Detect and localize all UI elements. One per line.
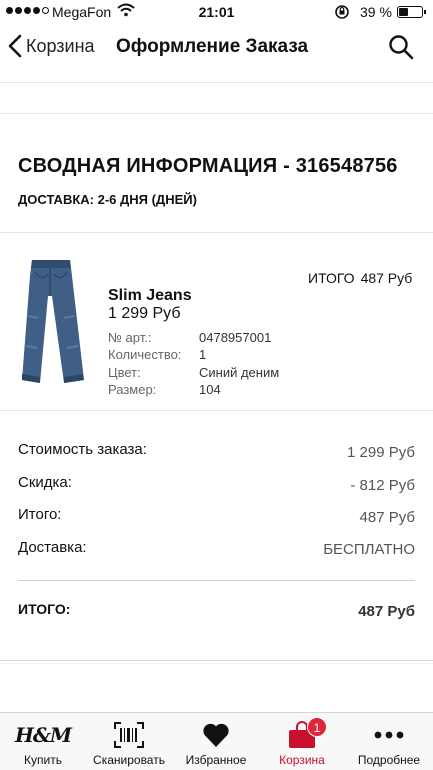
shipping-value: БЕСПЛАТНО <box>323 541 415 558</box>
tab-favorites[interactable]: Избранное <box>173 713 259 770</box>
status-bar: MegaFon 21:01 39 % <box>0 0 433 24</box>
divider <box>0 82 433 83</box>
attribute-value-quantity: 1 <box>199 347 207 362</box>
tab-cart[interactable]: 1 Корзина <box>259 713 345 770</box>
hm-logo-icon: H&M <box>14 723 72 747</box>
more-dots-icon <box>374 731 404 739</box>
discount-label: Скидка: <box>18 474 72 491</box>
product-image[interactable] <box>18 256 88 386</box>
tab-more[interactable]: Подробнее <box>346 713 432 770</box>
product-name[interactable]: Slim Jeans <box>108 287 192 305</box>
divider <box>0 660 433 661</box>
attribute-value-article: 0478957001 <box>199 330 272 345</box>
order-cost-label: Стоимость заказа: <box>18 441 147 458</box>
subtotal-value: 487 Руб <box>359 509 415 526</box>
order-summary-title: СВОДНАЯ ИНФОРМАЦИЯ - 316548756 <box>18 155 398 177</box>
tab-buy[interactable]: H&M Купить <box>0 713 86 770</box>
cart-count-badge: 1 <box>307 717 327 737</box>
delivery-time: ДОСТАВКА: 2-6 ДНЯ (ДНЕЙ) <box>18 192 197 207</box>
search-button[interactable] <box>388 34 414 65</box>
search-icon <box>389 35 414 60</box>
battery-percent: 39 % <box>360 4 392 20</box>
chevron-left-icon <box>8 34 22 58</box>
navigation-bar: Корзина Оформление Заказа <box>0 26 433 70</box>
grand-total-value: 487 Руб <box>358 603 415 620</box>
item-total: ИТОГО 487 Руб <box>308 270 412 286</box>
divider <box>0 232 433 233</box>
divider <box>0 663 433 664</box>
battery-level <box>399 8 408 16</box>
shipping-label: Доставка: <box>18 539 87 556</box>
battery-icon <box>397 6 423 18</box>
item-total-label: ИТОГО <box>308 270 355 286</box>
attribute-value-size: 104 <box>199 382 221 397</box>
tab-bar: H&M Купить Сканировать Избранное 1 Корзи… <box>0 712 433 770</box>
barcode-scan-icon <box>114 722 144 748</box>
divider <box>0 410 433 411</box>
back-button[interactable]: Корзина <box>8 34 95 58</box>
attribute-label-quantity: Количество: <box>108 347 182 362</box>
page-title: Оформление Заказа <box>116 36 309 57</box>
back-button-label: Корзина <box>26 35 95 56</box>
battery-cap <box>424 10 426 14</box>
attribute-value-color: Синий деним <box>199 365 280 380</box>
product-price: 1 299 Руб <box>108 305 181 322</box>
heart-icon <box>203 723 229 747</box>
tab-more-label: Подробнее <box>357 753 421 767</box>
order-cost-value: 1 299 Руб <box>347 444 415 461</box>
attribute-label-color: Цвет: <box>108 365 141 380</box>
divider <box>18 580 415 581</box>
attribute-label-size: Размер: <box>108 382 157 397</box>
grand-total-label: ИТОГО: <box>18 601 71 617</box>
attribute-label-article: № арт.: <box>108 330 152 345</box>
divider <box>0 113 433 114</box>
discount-value: - 812 Руб <box>350 477 415 494</box>
tab-scan[interactable]: Сканировать <box>86 713 172 770</box>
orientation-lock-icon <box>335 5 349 19</box>
item-total-value: 487 Руб <box>360 270 413 286</box>
subtotal-label: Итого: <box>18 506 62 523</box>
